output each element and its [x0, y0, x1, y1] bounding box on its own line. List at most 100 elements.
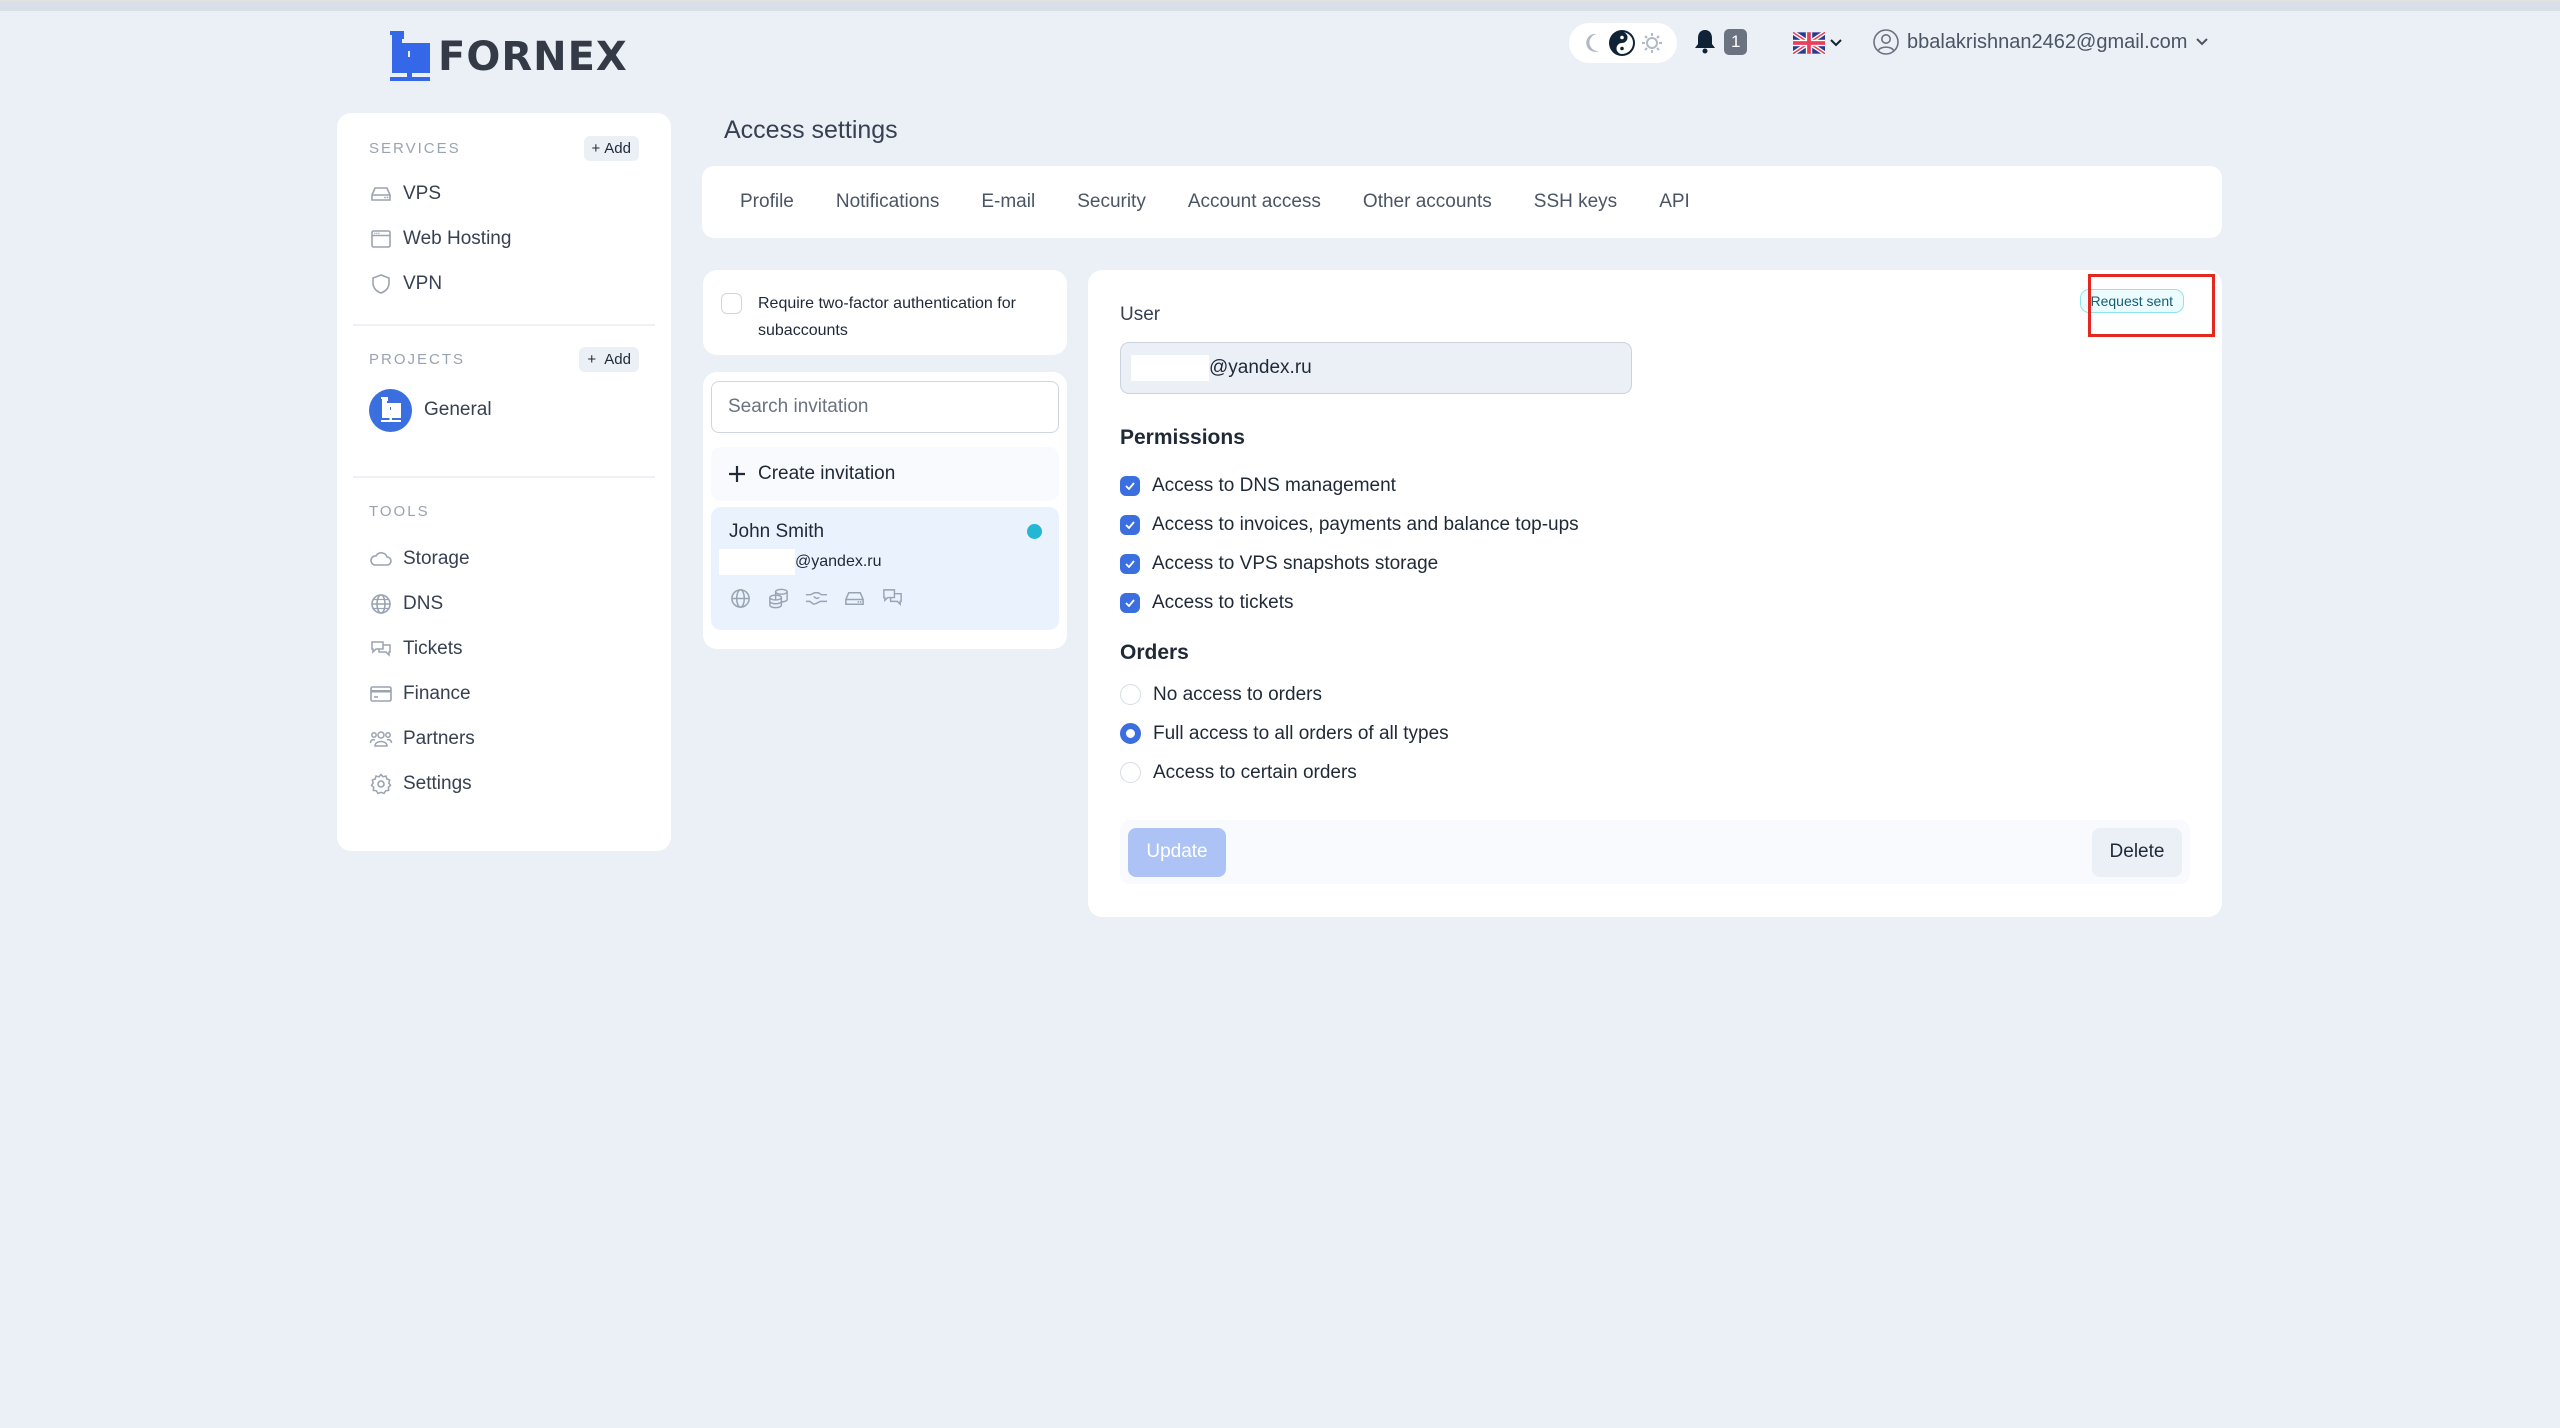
theme-auto-button[interactable] — [1608, 29, 1636, 57]
services-heading: SERVICES — [369, 139, 461, 157]
permission-icons — [729, 587, 1059, 610]
sidebar-item-label: Settings — [403, 772, 472, 794]
sidebar-item-label: VPN — [403, 272, 443, 294]
redacted-block — [1131, 355, 1209, 381]
project-item-general[interactable]: General — [369, 382, 639, 438]
checkbox-checked[interactable] — [1120, 553, 1140, 574]
permission-dns[interactable]: Access to DNS management — [1120, 466, 1579, 505]
chevron-down-icon — [2196, 38, 2209, 46]
checkbox-checked[interactable] — [1120, 475, 1140, 496]
browser-window-icon — [371, 229, 391, 248]
order-option-full-access[interactable]: Full access to all orders of all types — [1120, 714, 1449, 753]
invitation-user-email: @yandex.ru — [719, 549, 1059, 575]
create-invitation-label: Create invitation — [758, 463, 896, 484]
tab-ssh-keys[interactable]: SSH keys — [1534, 191, 1617, 213]
coins-icon — [769, 588, 788, 609]
status-dot — [1027, 524, 1042, 539]
account-menu[interactable]: bbalakrishnan2462@gmail.com — [1873, 29, 2209, 55]
invitations-panel: Create invitation John Smith @yandex.ru — [703, 372, 1067, 649]
projects-section: PROJECTS + Add General — [337, 344, 671, 438]
fornex-logo[interactable]: FORNEX — [388, 31, 628, 83]
tools-section: TOOLS Storage DNS Tickets Finance Partne… — [337, 496, 671, 806]
permission-invoices[interactable]: Access to invoices, payments and balance… — [1120, 505, 1579, 544]
sidebar-item-tickets[interactable]: Tickets — [369, 626, 639, 671]
language-selector[interactable] — [1793, 32, 1843, 54]
status-badge: Request sent — [2079, 289, 2184, 313]
tab-profile[interactable]: Profile — [740, 191, 794, 213]
sidebar-item-label: VPS — [403, 182, 442, 204]
sidebar-item-dns[interactable]: DNS — [369, 581, 639, 626]
user-circle-icon — [1873, 29, 1899, 55]
twofa-label: Require two-factor authentication for su… — [758, 295, 1016, 339]
checkbox-checked[interactable] — [1120, 514, 1140, 535]
permissions-list: Access to DNS management Access to invoi… — [1120, 466, 1579, 622]
chat-bubbles-icon — [371, 640, 391, 657]
theme-dark-button[interactable] — [1583, 32, 1603, 54]
checkbox-checked[interactable] — [1120, 592, 1140, 613]
user-label: User — [1120, 304, 1161, 325]
fornex-logo-icon — [390, 31, 430, 81]
check-icon — [1125, 559, 1135, 568]
add-project-button[interactable]: + Add — [579, 346, 639, 372]
check-icon — [1125, 481, 1135, 490]
sidebar-item-vpn[interactable]: VPN — [369, 261, 639, 306]
handshake-icon — [805, 592, 828, 606]
invitation-list-item[interactable]: John Smith @yandex.ru — [711, 507, 1059, 630]
add-service-button[interactable]: + Add — [583, 135, 639, 161]
sidebar-item-partners[interactable]: Partners — [369, 716, 639, 761]
user-email-field[interactable]: @yandex.ru — [1120, 342, 1632, 394]
gear-icon — [370, 772, 392, 794]
sidebar-item-web-hosting[interactable]: Web Hosting — [369, 216, 639, 261]
projects-heading: PROJECTS — [369, 350, 466, 368]
sidebar-item-label: Partners — [403, 727, 475, 749]
tools-heading: TOOLS — [369, 502, 430, 520]
action-bar: Update Delete — [1120, 820, 2190, 884]
tab-email[interactable]: E-mail — [981, 191, 1035, 213]
chat-bubbles-icon — [883, 589, 902, 606]
twofa-checkbox[interactable] — [721, 293, 742, 314]
sidebar-item-label: Web Hosting — [403, 227, 512, 249]
check-icon — [1125, 520, 1135, 529]
theme-light-button[interactable] — [1641, 32, 1663, 54]
notifications-button[interactable]: 1 — [1694, 29, 1748, 55]
update-button[interactable]: Update — [1128, 827, 1226, 877]
radio-button[interactable] — [1120, 684, 1141, 705]
page-title: Access settings — [724, 116, 898, 144]
permission-tickets[interactable]: Access to tickets — [1120, 583, 1579, 622]
order-option-no-access[interactable]: No access to orders — [1120, 675, 1449, 714]
redacted-block — [719, 549, 795, 575]
sidebar-item-label: Tickets — [403, 637, 463, 659]
tab-notifications[interactable]: Notifications — [836, 191, 940, 213]
radio-button[interactable] — [1120, 762, 1141, 783]
delete-button[interactable]: Delete — [2092, 827, 2182, 877]
search-invitation-input[interactable] — [711, 381, 1059, 433]
project-label: General — [424, 399, 492, 420]
create-invitation-button[interactable]: Create invitation — [711, 447, 1059, 501]
tab-account-access[interactable]: Account access — [1188, 191, 1321, 213]
orders-heading: Orders — [1120, 641, 1189, 664]
sidebar-item-settings[interactable]: Settings — [369, 761, 639, 806]
plus-icon: + — [591, 139, 601, 157]
logo-text: FORNEX — [438, 34, 628, 80]
tab-api[interactable]: API — [1659, 191, 1690, 213]
server-icon — [845, 591, 864, 606]
theme-toggle[interactable] — [1569, 23, 1677, 63]
settings-tabs: Profile Notifications E-mail Security Ac… — [702, 166, 2222, 238]
project-avatar — [369, 388, 412, 432]
order-option-certain-orders[interactable]: Access to certain orders — [1120, 753, 1449, 792]
tab-other-accounts[interactable]: Other accounts — [1363, 191, 1492, 213]
sun-icon — [1641, 33, 1662, 53]
account-email: bbalakrishnan2462@gmail.com — [1907, 30, 2188, 53]
tab-security[interactable]: Security — [1077, 191, 1146, 213]
permission-vps-snapshots[interactable]: Access to VPS snapshots storage — [1120, 544, 1579, 583]
cloud-icon — [370, 551, 392, 566]
globe-icon — [371, 593, 391, 614]
server-icon — [371, 186, 391, 201]
browser-top-strip — [0, 0, 2560, 11]
radio-button-selected[interactable] — [1120, 723, 1141, 744]
sidebar-item-finance[interactable]: Finance — [369, 671, 639, 716]
sidebar-divider — [353, 476, 655, 478]
sidebar-item-storage[interactable]: Storage — [369, 536, 639, 581]
sidebar-item-vps[interactable]: VPS — [369, 171, 639, 216]
access-detail-panel: Request sent User @yandex.ru Permissions… — [1088, 270, 2222, 917]
